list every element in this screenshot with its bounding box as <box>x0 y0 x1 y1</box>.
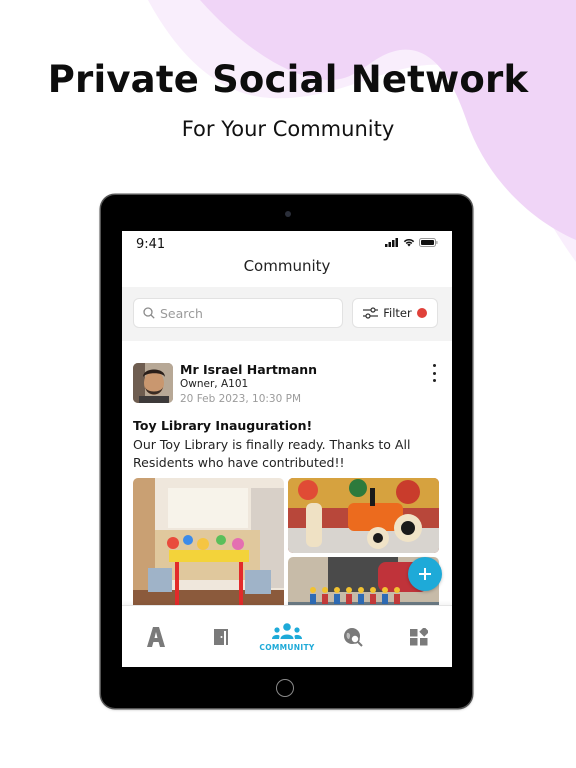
avatar-photo <box>133 363 173 403</box>
tab-more[interactable] <box>386 606 452 667</box>
subheadline: For Your Community <box>181 117 395 141</box>
post-title: Toy Library Inauguration! <box>133 418 313 433</box>
post-timestamp: 20 Feb 2023, 10:30 PM <box>180 393 302 405</box>
home-button[interactable] <box>276 679 294 697</box>
tab-community[interactable]: COMMUNITY <box>254 606 320 667</box>
status-time: 9:41 <box>136 237 166 252</box>
search-placeholder: Search <box>160 305 203 321</box>
tablet-device-frame: 9:41 Community Search Filter Mr Israel H… <box>101 195 472 708</box>
more-options-icon[interactable] <box>428 364 440 382</box>
door-icon <box>214 629 228 645</box>
tab-explore[interactable] <box>320 606 386 667</box>
filter-active-indicator <box>416 308 427 318</box>
page-title: Community <box>243 257 331 275</box>
camera <box>285 211 291 217</box>
widgets-icon <box>410 628 428 646</box>
sliders-icon <box>363 307 379 319</box>
community-people-icon <box>272 622 302 639</box>
add-post-button[interactable] <box>408 557 442 591</box>
app-screen: 9:41 Community Search Filter Mr Israel H… <box>122 231 452 667</box>
headline: Private Social Network <box>47 58 529 101</box>
tab-community-label: COMMUNITY <box>259 642 315 652</box>
status-bar: 9:41 <box>122 231 452 255</box>
search-input[interactable]: Search <box>133 298 343 328</box>
post-photo-wooden-toy[interactable] <box>288 478 439 553</box>
battery-icon <box>419 238 438 247</box>
post-photo-toy-library[interactable] <box>133 478 284 618</box>
post-author-role: Owner, A101 <box>180 378 249 390</box>
search-filter-bar: Search Filter <box>122 287 452 341</box>
post-body: Our Toy Library is finally ready. Thanks… <box>133 437 411 470</box>
plus-icon <box>419 568 431 580</box>
tab-unit[interactable] <box>188 606 254 667</box>
status-icons <box>385 238 438 247</box>
filter-button[interactable]: Filter <box>352 298 438 328</box>
cellular-signal-icon <box>385 238 398 247</box>
filter-label: Filter <box>383 306 412 320</box>
wifi-icon <box>403 238 415 247</box>
post-author[interactable]: Mr Israel Hartmann <box>180 362 317 377</box>
bottom-tab-bar: COMMUNITY <box>122 605 452 667</box>
globe-search-icon <box>344 628 363 647</box>
avatar[interactable] <box>133 363 173 403</box>
app-logo-a-icon <box>147 627 165 647</box>
search-icon <box>143 307 155 319</box>
tab-home[interactable] <box>123 606 189 667</box>
